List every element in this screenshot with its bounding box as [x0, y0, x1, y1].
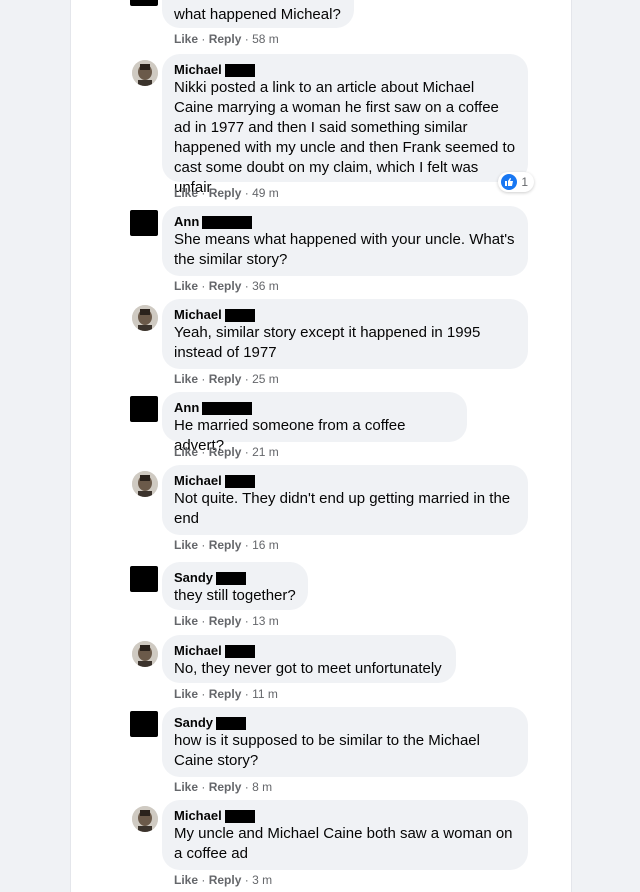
reply-link[interactable]: Reply [209, 186, 242, 200]
comment-bubble: Ann He married someone from a coffee adv… [162, 392, 467, 454]
comment-author[interactable]: Michael [174, 62, 516, 78]
timestamp[interactable]: 11 m [252, 687, 278, 701]
comment-bubble: Sandy they still together? [162, 562, 308, 610]
like-link[interactable]: Like [174, 279, 198, 293]
reply-link[interactable]: Reply [209, 873, 242, 887]
comment-text: how is it supposed to be similar to the … [174, 732, 480, 769]
reply-link[interactable]: Reply [209, 614, 242, 628]
like-link[interactable]: Like [174, 538, 198, 552]
avatar[interactable] [132, 471, 158, 497]
avatar[interactable] [132, 806, 158, 832]
comment-text: My uncle and Michael Caine both saw a wo… [174, 825, 513, 862]
reply-link[interactable]: Reply [209, 687, 242, 701]
reply-link[interactable]: Reply [209, 279, 242, 293]
comment-text: No, they never got to meet unfortunately [174, 660, 442, 677]
comment-actions: Like · Reply · 16 m [174, 538, 279, 552]
comment-author[interactable]: Ann [174, 400, 455, 416]
like-link[interactable]: Like [174, 873, 198, 887]
timestamp[interactable]: 8 m [252, 780, 272, 794]
comment-text: She means what happened with your uncle.… [174, 231, 515, 268]
comment-author[interactable]: Sandy [174, 570, 296, 586]
avatar[interactable] [132, 305, 158, 331]
comment-text: they still together? [174, 587, 296, 604]
comment-author[interactable]: Michael [174, 473, 516, 489]
reaction-count: 1 [521, 175, 528, 189]
reply-link[interactable]: Reply [209, 445, 242, 459]
comment-actions: Like · Reply · 49 m [174, 186, 279, 200]
comment-author[interactable]: Michael [174, 643, 444, 659]
comment-actions: Like · Reply · 21 m [174, 445, 279, 459]
timestamp[interactable]: 16 m [252, 538, 279, 552]
avatar[interactable] [130, 566, 158, 592]
comment-actions: Like · Reply · 8 m [174, 780, 273, 794]
comment-bubble: Sandy how is it supposed to be similar t… [162, 707, 528, 777]
avatar[interactable] [130, 0, 158, 6]
reply-link[interactable]: Reply [209, 372, 242, 386]
comment-text: what happened Micheal? [174, 6, 341, 23]
comment-actions: Like · Reply · 36 m [174, 279, 279, 293]
timestamp[interactable]: 13 m [252, 614, 279, 628]
comment-bubble: what happened Micheal? [162, 0, 354, 28]
comment-author[interactable]: Michael [174, 808, 516, 824]
reply-link[interactable]: Reply [209, 780, 242, 794]
timestamp[interactable]: 49 m [252, 186, 279, 200]
avatar[interactable] [130, 711, 158, 737]
like-link[interactable]: Like [174, 186, 198, 200]
thumbs-up-icon [501, 174, 518, 190]
timestamp[interactable]: 21 m [252, 445, 279, 459]
timestamp[interactable]: 25 m [252, 372, 279, 386]
comment-actions: Like · Reply · 58 m [174, 32, 279, 46]
like-link[interactable]: Like [174, 32, 198, 46]
comment-bubble: Michael No, they never got to meet unfor… [162, 635, 456, 683]
comment-text: Yeah, similar story except it happened i… [174, 324, 481, 361]
like-link[interactable]: Like [174, 687, 198, 701]
comment-bubble: Michael Yeah, similar story except it ha… [162, 299, 528, 369]
comment-text: Not quite. They didn't end up getting ma… [174, 490, 511, 527]
comment-actions: Like · Reply · 11 m [174, 687, 278, 701]
like-link[interactable]: Like [174, 445, 198, 459]
timestamp[interactable]: 36 m [252, 279, 279, 293]
comment-actions: Like · Reply · 3 m [174, 873, 273, 887]
reaction-badge[interactable]: 1 [498, 172, 534, 192]
comment-author[interactable]: Michael [174, 307, 516, 323]
comment-bubble: Michael Nikki posted a link to an articl… [162, 54, 534, 196]
comment-actions: Like · Reply · 13 m [174, 614, 279, 628]
timestamp[interactable]: 3 m [252, 873, 272, 887]
like-link[interactable]: Like [174, 614, 198, 628]
reply-link[interactable]: Reply [209, 538, 242, 552]
comment-bubble: Michael Not quite. They didn't end up ge… [162, 465, 528, 535]
avatar[interactable] [130, 396, 158, 422]
reply-link[interactable]: Reply [209, 32, 242, 46]
comment-bubble: Michael My uncle and Michael Caine both … [162, 800, 528, 870]
comment-text: Nikki posted a link to an article about … [174, 79, 516, 196]
timestamp[interactable]: 58 m [252, 32, 279, 46]
comment-actions: Like · Reply · 25 m [174, 372, 279, 386]
avatar[interactable] [132, 60, 158, 86]
avatar[interactable] [130, 210, 158, 236]
comment-author[interactable]: Sandy [174, 715, 516, 731]
avatar[interactable] [132, 641, 158, 667]
like-link[interactable]: Like [174, 372, 198, 386]
like-link[interactable]: Like [174, 780, 198, 794]
comment-author[interactable]: Ann [174, 214, 516, 230]
comment-bubble: Ann She means what happened with your un… [162, 206, 528, 276]
